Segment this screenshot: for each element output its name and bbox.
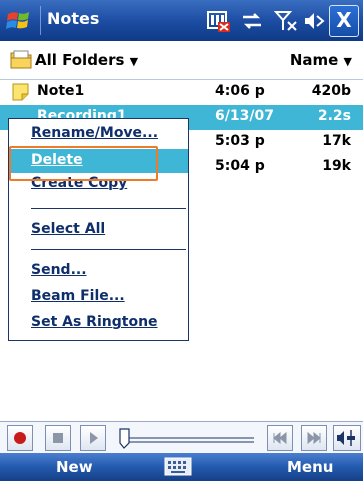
stop-icon [53, 433, 63, 443]
softkey-bar: New Menu [0, 453, 363, 481]
note-icon [12, 83, 29, 101]
title-bar: Notes X [0, 0, 363, 41]
file-size: 2.2s [317, 108, 351, 124]
signal-icon[interactable] [273, 8, 299, 34]
file-size: 420b [311, 83, 351, 99]
play-button[interactable] [80, 425, 106, 451]
volume-icon[interactable] [302, 8, 326, 34]
previous-icon [273, 431, 287, 445]
next-icon [307, 431, 321, 445]
folder-dropdown[interactable]: All Folders ▼ [35, 51, 138, 69]
file-size: 19k [322, 158, 351, 174]
file-time: 5:04 p [215, 158, 265, 174]
folder-icon [10, 50, 32, 69]
previous-button[interactable] [267, 425, 293, 451]
menu-item-label: Create Copy [31, 175, 128, 191]
chevron-down-icon: ▼ [343, 55, 352, 68]
folder-label: All Folders [35, 51, 125, 69]
recording-toolbar [0, 421, 363, 454]
keyboard-icon[interactable] [164, 457, 192, 476]
menu-item-create-copy[interactable]: Create Copy [9, 172, 188, 196]
volume-slider-icon [337, 430, 355, 446]
battery-icon[interactable] [206, 8, 232, 34]
stop-button[interactable] [45, 425, 71, 451]
menu-item-label: Select All [31, 221, 106, 237]
connectivity-icon[interactable] [239, 8, 265, 34]
close-button[interactable]: X [329, 5, 359, 37]
menu-item-label: Beam File... [31, 288, 125, 304]
windows-start-icon[interactable] [4, 6, 36, 35]
menu-item-label: Send... [31, 262, 87, 278]
record-icon [14, 432, 26, 444]
title-separator [40, 6, 41, 35]
menu-item-beam-file[interactable]: Beam File... [9, 285, 188, 309]
next-button[interactable] [301, 425, 327, 451]
menu-softkey[interactable]: Menu [287, 458, 333, 476]
menu-item-rename-move[interactable]: Rename/Move... [9, 122, 188, 146]
sort-dropdown[interactable]: Name ▼ [290, 51, 352, 69]
menu-item-send[interactable]: Send... [9, 259, 188, 283]
playback-slider[interactable] [118, 425, 256, 451]
menu-separator [31, 208, 186, 209]
menu-item-select-all[interactable]: Select All [9, 218, 188, 242]
menu-item-delete[interactable]: Delete [9, 149, 188, 173]
file-time: 4:06 p [215, 83, 265, 99]
menu-separator [31, 249, 186, 250]
file-size: 17k [322, 133, 351, 149]
file-name: Note1 [37, 83, 85, 99]
volume-slider-button[interactable] [333, 425, 361, 451]
new-softkey[interactable]: New [56, 458, 93, 476]
play-icon [90, 432, 98, 444]
file-time: 5:03 p [215, 133, 265, 149]
record-button[interactable] [7, 425, 33, 451]
menu-item-label: Set As Ringtone [31, 314, 158, 330]
app-title: Notes [47, 9, 100, 28]
menu-item-set-as-ringtone[interactable]: Set As Ringtone [9, 311, 188, 335]
menu-item-label: Rename/Move... [31, 125, 159, 141]
menu-item-label: Delete [31, 152, 83, 168]
list-item[interactable]: Note1 4:06 p 420b [0, 80, 363, 105]
context-menu: Rename/Move... Delete Create Copy Select… [8, 118, 189, 341]
sort-label: Name [289, 51, 339, 69]
folder-bar: All Folders ▼ Name ▼ [0, 41, 363, 80]
file-time: 6/13/07 [215, 108, 274, 124]
chevron-down-icon: ▼ [129, 55, 139, 68]
